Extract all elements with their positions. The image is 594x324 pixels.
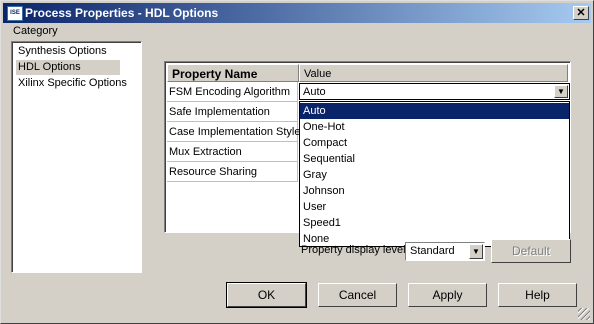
help-button[interactable]: Help xyxy=(498,283,577,307)
option-one-hot[interactable]: One-Hot xyxy=(300,119,569,135)
fsm-encoding-combobox[interactable]: Auto ▼ xyxy=(299,83,570,100)
category-item-hdl-options[interactable]: HDL Options xyxy=(16,60,120,75)
category-item-xilinx-specific-options[interactable]: Xilinx Specific Options xyxy=(16,76,129,91)
display-level-label: Property display level: xyxy=(301,244,409,256)
column-header-property-name[interactable]: Property Name xyxy=(167,64,299,82)
cancel-button[interactable]: Cancel xyxy=(318,283,397,307)
option-speed1[interactable]: Speed1 xyxy=(300,215,569,231)
property-name-fsm-encoding-algorithm[interactable]: FSM Encoding Algorithm xyxy=(167,82,298,102)
display-level-value: Standard xyxy=(410,245,455,257)
option-sequential[interactable]: Sequential xyxy=(300,151,569,167)
app-icon: ISE xyxy=(7,6,23,21)
dropdown-arrow-icon[interactable]: ▼ xyxy=(554,85,568,98)
option-gray[interactable]: Gray xyxy=(300,167,569,183)
dialog-window: ISE Process Properties - HDL Options ✕ C… xyxy=(0,0,594,324)
apply-button[interactable]: Apply xyxy=(408,283,487,307)
category-label: Category xyxy=(13,25,58,37)
default-button[interactable]: Default xyxy=(491,239,571,263)
window-title: Process Properties - HDL Options xyxy=(25,6,219,20)
property-name-case-implementation-style[interactable]: Case Implementation Style xyxy=(167,122,300,142)
resize-grip-icon[interactable] xyxy=(578,308,590,320)
property-name-safe-implementation[interactable]: Safe Implementation xyxy=(167,102,298,122)
option-compact[interactable]: Compact xyxy=(300,135,569,151)
option-johnson[interactable]: Johnson xyxy=(300,183,569,199)
column-header-value[interactable]: Value xyxy=(299,64,568,82)
property-name-resource-sharing[interactable]: Resource Sharing xyxy=(167,162,298,182)
close-button[interactable]: ✕ xyxy=(573,6,589,20)
ok-button[interactable]: OK xyxy=(226,282,307,308)
option-user[interactable]: User xyxy=(300,199,569,215)
property-name-mux-extraction[interactable]: Mux Extraction xyxy=(167,142,298,162)
fsm-encoding-dropdown-list[interactable]: Auto One-Hot Compact Sequential Gray Joh… xyxy=(299,101,570,247)
category-item-synthesis-options[interactable]: Synthesis Options xyxy=(16,44,109,59)
fsm-encoding-value: Auto xyxy=(303,86,326,98)
display-level-select[interactable]: Standard ▼ xyxy=(405,242,485,261)
chevron-down-icon[interactable]: ▼ xyxy=(469,244,483,259)
title-bar[interactable]: ISE Process Properties - HDL Options ✕ xyxy=(3,3,591,23)
category-list[interactable]: Synthesis Options HDL Options Xilinx Spe… xyxy=(11,41,142,273)
option-auto[interactable]: Auto xyxy=(300,103,569,119)
